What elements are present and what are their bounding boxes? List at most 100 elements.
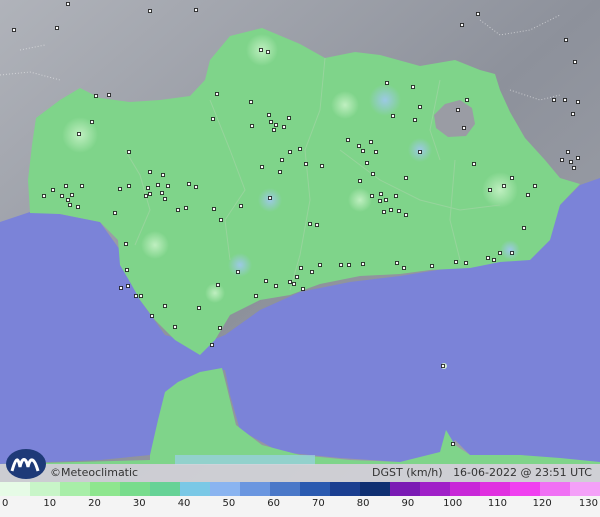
station-marker — [282, 125, 286, 129]
brand-label: ©Meteoclimatic — [50, 466, 139, 479]
station-marker — [430, 264, 434, 268]
station-marker — [126, 284, 130, 288]
station-marker — [572, 166, 576, 170]
legend-color-swatch — [450, 482, 480, 496]
station-marker — [107, 93, 111, 97]
station-marker — [77, 132, 81, 136]
station-marker — [389, 208, 393, 212]
station-marker — [80, 184, 84, 188]
legend-tick-label: 30 — [132, 498, 146, 509]
station-marker — [269, 120, 273, 124]
legend-colorbar — [0, 482, 600, 496]
station-marker — [139, 294, 143, 298]
station-marker — [163, 197, 167, 201]
station-marker — [268, 196, 272, 200]
station-marker — [563, 98, 567, 102]
station-marker — [308, 222, 312, 226]
legend-color-swatch — [150, 482, 180, 496]
station-marker — [161, 173, 165, 177]
legend-color-swatch — [240, 482, 270, 496]
station-marker — [218, 326, 222, 330]
station-marker — [418, 150, 422, 154]
station-marker — [156, 183, 160, 187]
station-marker — [150, 314, 154, 318]
station-marker — [163, 304, 167, 308]
legend-tick-label: 50 — [222, 498, 236, 509]
station-marker — [502, 184, 506, 188]
station-marker — [76, 205, 80, 209]
station-marker — [60, 194, 64, 198]
station-marker — [522, 226, 526, 230]
station-marker — [274, 284, 278, 288]
station-marker — [413, 118, 417, 122]
station-marker — [394, 194, 398, 198]
station-marker — [560, 158, 564, 162]
legend-tick-label: 20 — [88, 498, 101, 509]
station-marker — [391, 114, 395, 118]
station-marker — [576, 156, 580, 160]
legend-color-swatch — [60, 482, 90, 496]
station-marker — [216, 283, 220, 287]
station-marker — [166, 184, 170, 188]
station-marker — [212, 207, 216, 211]
product-label: DGST (km/h) 16-06-2022 @ 23:51 UTC — [372, 466, 592, 479]
station-marker — [533, 184, 537, 188]
variable-label: DGST (km/h) — [372, 466, 443, 479]
station-marker — [127, 150, 131, 154]
legend-color-swatch — [390, 482, 420, 496]
station-marker — [288, 150, 292, 154]
station-marker — [211, 117, 215, 121]
station-marker — [173, 325, 177, 329]
station-marker — [197, 306, 201, 310]
legend-color-swatch — [270, 482, 300, 496]
station-marker — [264, 279, 268, 283]
station-marker — [176, 208, 180, 212]
station-marker — [127, 184, 131, 188]
legend-color-swatch — [570, 482, 600, 496]
station-marker — [215, 92, 219, 96]
station-marker — [124, 242, 128, 246]
station-marker — [66, 2, 70, 6]
legend-tick-label: 60 — [267, 498, 280, 509]
legend-color-swatch — [330, 482, 360, 496]
station-marker — [510, 251, 514, 255]
station-marker — [454, 260, 458, 264]
legend-color-swatch — [30, 482, 60, 496]
station-marker — [266, 50, 270, 54]
station-marker — [119, 286, 123, 290]
station-marker — [287, 116, 291, 120]
station-marker — [462, 126, 466, 130]
station-marker — [552, 98, 556, 102]
station-marker — [576, 100, 580, 104]
legend-color-swatch — [540, 482, 570, 496]
station-marker — [339, 263, 343, 267]
legend-tick-label: 130 — [578, 498, 598, 509]
station-marker — [564, 38, 568, 42]
legend-color-swatch — [510, 482, 540, 496]
legend-tick-label: 110 — [487, 498, 507, 509]
station-marker — [571, 112, 575, 116]
legend-color-swatch — [0, 482, 30, 496]
gust-area-light — [141, 231, 169, 259]
station-marker — [357, 144, 361, 148]
station-marker — [379, 192, 383, 196]
station-marker — [68, 203, 72, 207]
station-marker — [194, 185, 198, 189]
station-marker — [569, 160, 573, 164]
gust-area-light — [331, 91, 359, 119]
legend-tick-label: 10 — [43, 498, 57, 509]
station-marker — [472, 162, 476, 166]
station-marker — [358, 179, 362, 183]
legend-color-swatch — [360, 482, 390, 496]
station-marker — [310, 270, 314, 274]
station-marker — [411, 85, 415, 89]
station-marker — [346, 138, 350, 142]
station-marker — [378, 199, 382, 203]
station-marker — [476, 12, 480, 16]
meteoclimatic-logo-icon — [6, 449, 46, 479]
legend-color-swatch — [480, 482, 510, 496]
datetime-label: 16-06-2022 @ 23:51 UTC — [453, 466, 592, 479]
station-marker — [347, 263, 351, 267]
legend-color-swatch — [180, 482, 210, 496]
station-marker — [210, 343, 214, 347]
